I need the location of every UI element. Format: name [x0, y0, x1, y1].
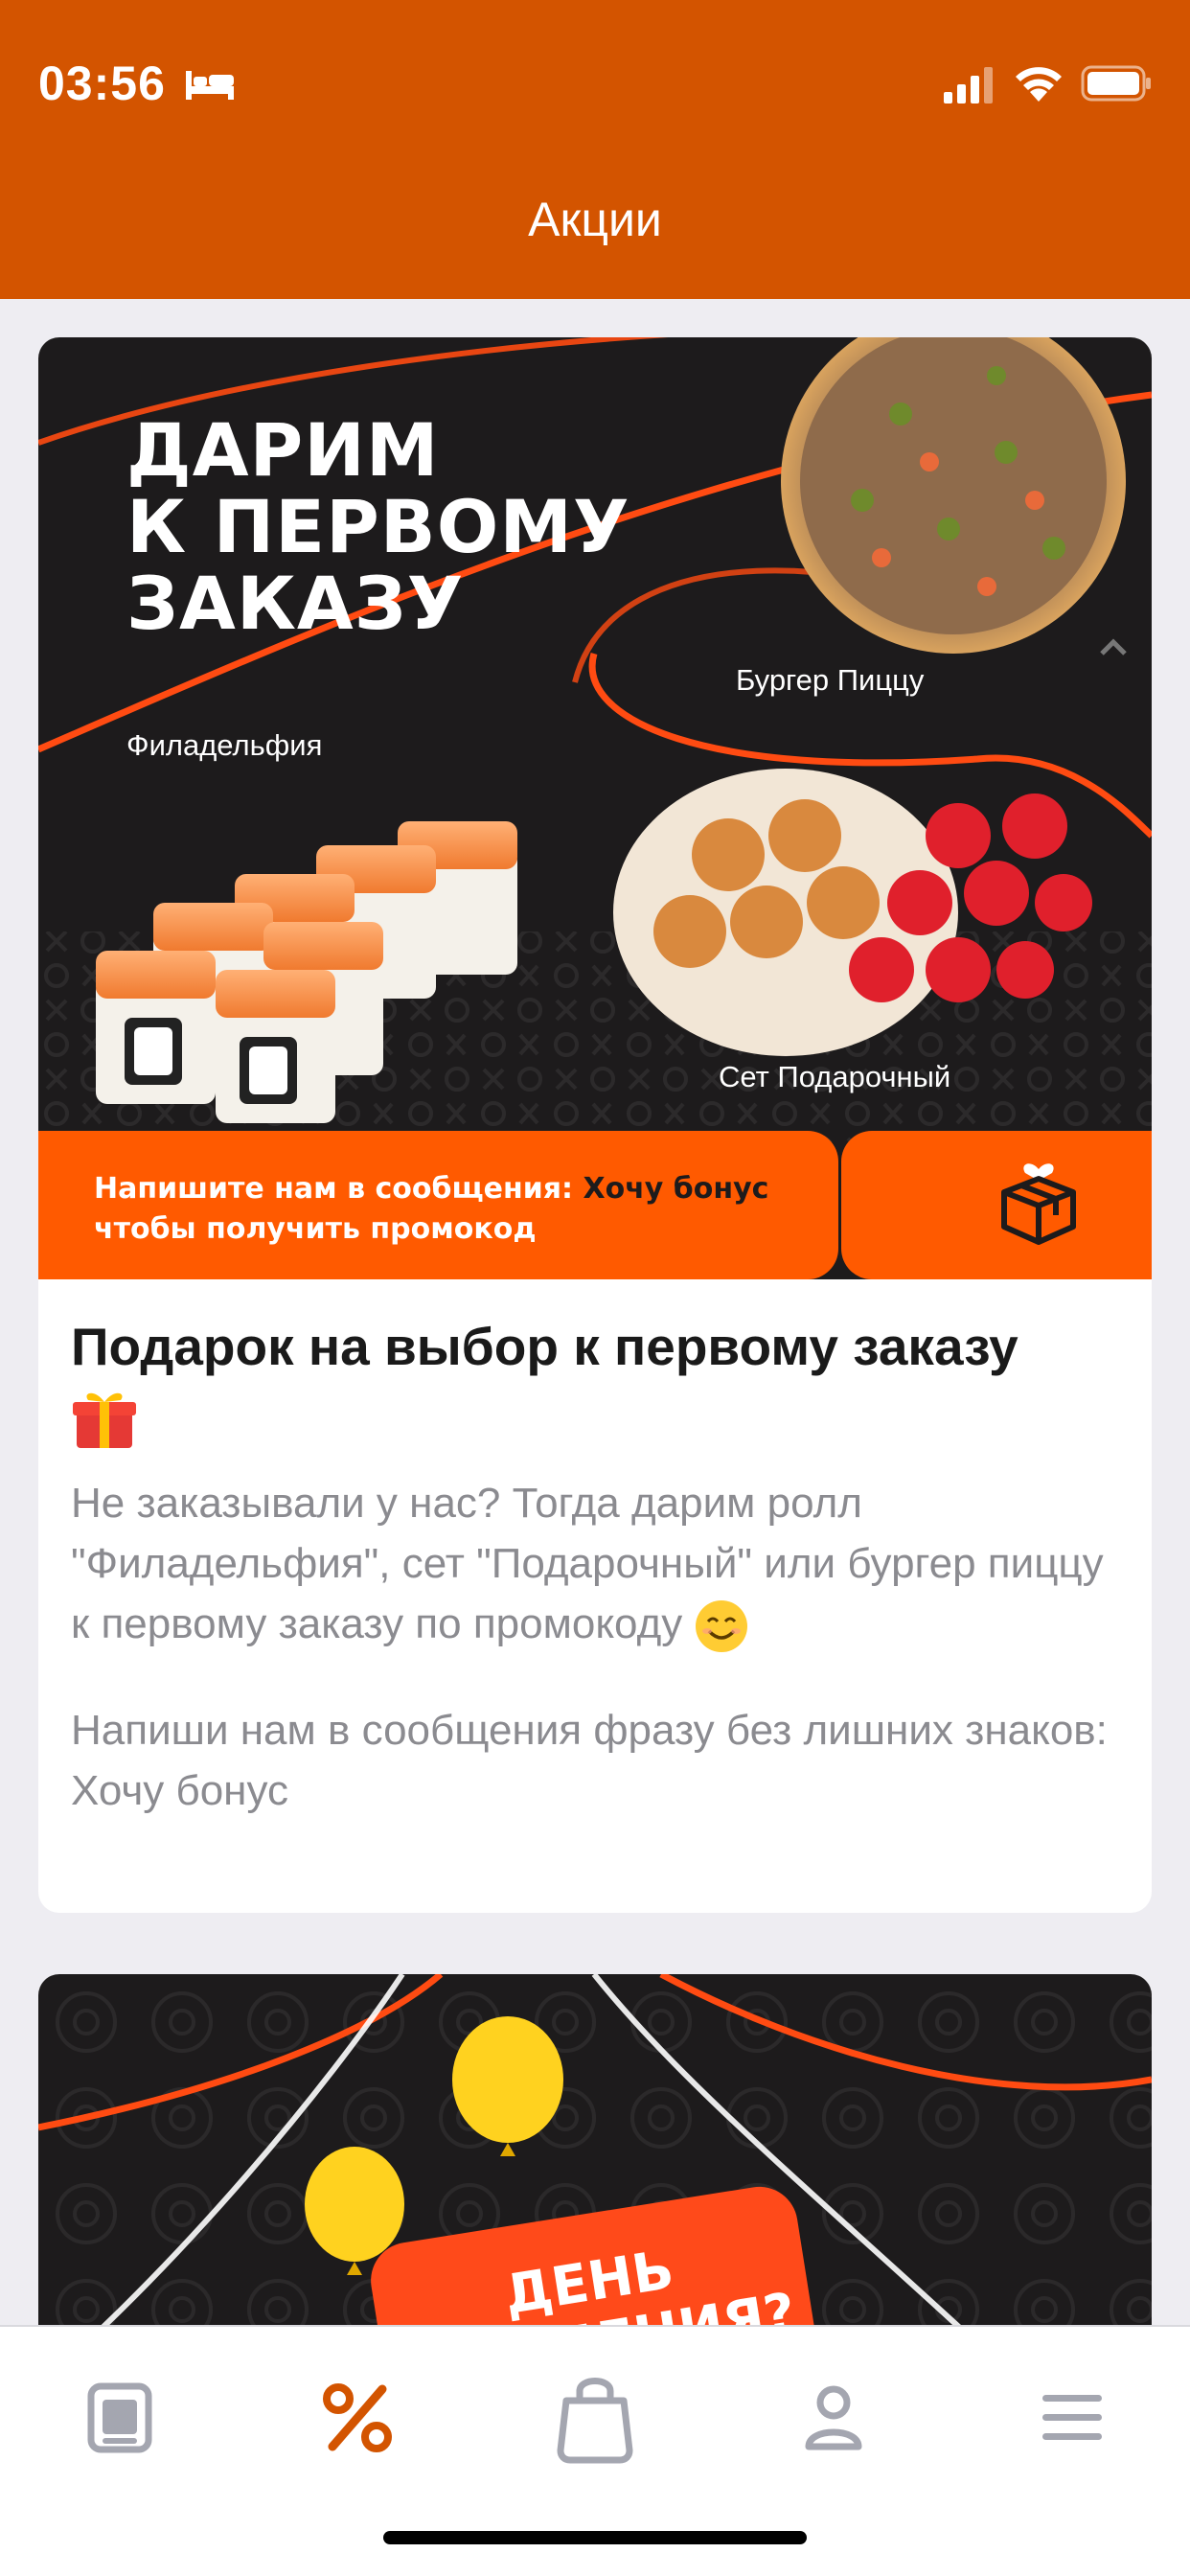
promotion-card-first-order[interactable]: ДАРИМ К ПЕРВОМУ ЗАКАЗУ Филадельфия Бурге… [38, 337, 1152, 1913]
status-bar: 03:56 [0, 0, 1190, 172]
promotions-list[interactable]: ДАРИМ К ПЕРВОМУ ЗАКАЗУ Филадельфия Бурге… [0, 299, 1190, 2325]
shopping-bag-icon [557, 2378, 633, 2464]
promotion-card-body: Подарок на выбор к первому заказу Не зак… [38, 1279, 1152, 1821]
strip-line-1: Напишите нам в сообщения: Хочу бонус [94, 1169, 838, 1209]
strip-line-2: чтобы получить промокод [94, 1212, 537, 1246]
profile-icon [805, 2385, 862, 2450]
bed-icon [186, 71, 234, 100]
navigation-header: 03:56 Акции [0, 0, 1190, 299]
label-philadelphia: Филадельфия [126, 728, 323, 762]
tab-promotions[interactable] [305, 2365, 410, 2471]
percent-promotions-icon [323, 2383, 392, 2452]
status-time: 03:56 [38, 57, 166, 110]
tab-cart[interactable] [542, 2365, 648, 2471]
home-indicator[interactable] [383, 2531, 807, 2544]
page-title: Акции [528, 193, 662, 246]
smiling-face-emoji-icon [696, 1600, 748, 1653]
promotion-banner: ДАРИМ К ПЕРВОМУ ЗАКАЗУ Филадельфия Бурге… [38, 337, 1152, 1279]
menu-catalog-icon [87, 2382, 152, 2453]
promotion-card-birthday[interactable]: ДЕНЬ РОЖДЕНИЯ? [38, 1974, 1152, 2325]
headline-line-2: К ПЕРВОМУ [126, 484, 630, 569]
promotion-title-text: Подарок на выбор к первому заказу [71, 1317, 1018, 1376]
headline-line-3: ЗАКАЗУ [126, 561, 465, 646]
gift-box-icon [1001, 1163, 1076, 1245]
tab-menu[interactable] [67, 2365, 172, 2471]
wifi-icon [1016, 67, 1062, 102]
wrapped-gift-emoji-icon [73, 1392, 136, 1448]
tab-more[interactable] [1019, 2365, 1125, 2471]
promotion-description: Не заказывали у нас? Тогда дарим ролл "Ф… [71, 1473, 1119, 1654]
label-gift-set: Сет Подарочный [719, 1060, 951, 1093]
promotion-description-text: Не заказывали у нас? Тогда дарим ролл "Ф… [71, 1480, 1104, 1647]
battery-icon [1081, 65, 1151, 102]
label-burger-pizza: Бургер Пиццу [736, 663, 925, 697]
promotion-title: Подарок на выбор к первому заказу [71, 1316, 1119, 1452]
promo-code-instruction-strip: Напишите нам в сообщения: Хочу бонус что… [38, 1131, 838, 1279]
birthday-banner: ДЕНЬ РОЖДЕНИЯ? [38, 1974, 1152, 2325]
banner-headline: ДАРИМ К ПЕРВОМУ ЗАКАЗУ [126, 412, 630, 642]
promotion-instruction: Напиши нам в сообщения фразу без лишних … [71, 1707, 1108, 1815]
hamburger-menu-icon [1042, 2395, 1102, 2440]
tab-profile[interactable] [781, 2365, 886, 2471]
cellular-signal-icon [944, 67, 993, 104]
headline-line-1: ДАРИМ [126, 407, 440, 493]
strip-keyword: Хочу бонус [583, 1172, 769, 1206]
strip-prefix: Напишите нам в сообщения: [94, 1172, 584, 1206]
